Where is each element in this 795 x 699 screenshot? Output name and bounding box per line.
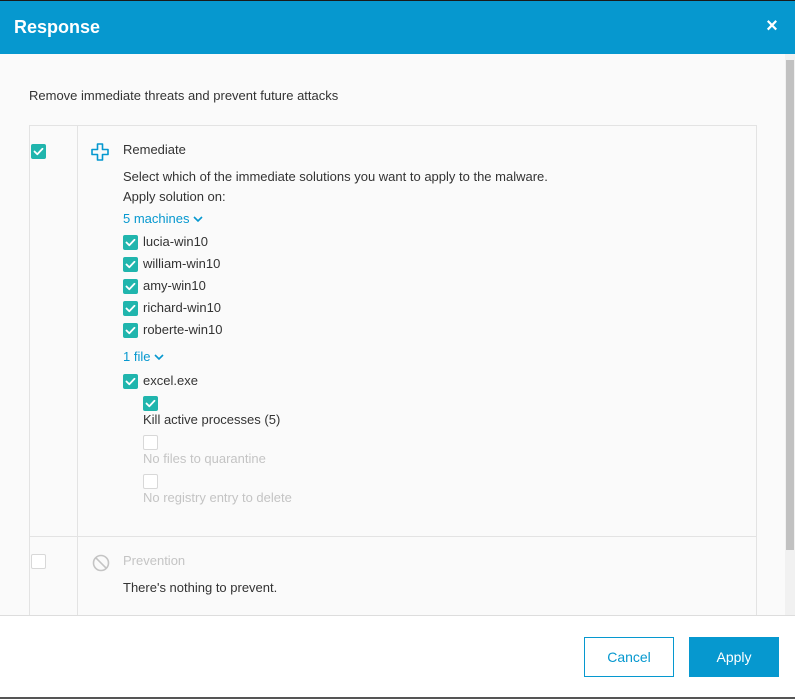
remediate-checkbox[interactable]: [31, 144, 46, 159]
intro-text: Remove immediate threats and prevent fut…: [29, 88, 339, 103]
section-divider: [30, 536, 756, 537]
kill-processes-checkbox[interactable]: [143, 396, 158, 411]
remediate-label: Remediate: [123, 142, 186, 157]
prohibited-icon: [92, 554, 110, 577]
chevron-down-icon: [193, 216, 204, 223]
remediate-description: Select which of the immediate solutions …: [123, 169, 548, 184]
machines-toggle-label: 5 machines: [123, 211, 190, 226]
kill-processes-label: Kill active processes (5): [143, 412, 281, 427]
files-toggle[interactable]: 1 file: [123, 349, 165, 364]
prevention-checkbox: [31, 554, 46, 569]
quarantine-label: No files to quarantine: [143, 451, 266, 466]
scrollbar[interactable]: [785, 54, 795, 615]
response-options-panel: Remediate Select which of the immediate …: [29, 125, 757, 615]
column-divider: [77, 126, 78, 615]
machine-checkbox[interactable]: [123, 257, 138, 272]
close-icon[interactable]: ×: [760, 13, 784, 39]
apply-on-label: Apply solution on:: [123, 189, 226, 204]
dialog-title: Response: [14, 17, 101, 37]
machine-name: amy-win10: [143, 278, 206, 293]
file-name: excel.exe: [143, 373, 198, 388]
machine-checkbox[interactable]: [123, 323, 138, 338]
registry-checkbox: [143, 474, 158, 489]
machine-checkbox[interactable]: [123, 279, 138, 294]
file-checkbox[interactable]: [123, 374, 138, 389]
machine-name: richard-win10: [143, 300, 222, 315]
machine-name: lucia-win10: [143, 234, 209, 249]
medical-cross-icon: [91, 143, 109, 166]
dialog-header: Response ×: [0, 1, 795, 54]
cancel-button[interactable]: Cancel: [584, 637, 674, 677]
machine-checkbox[interactable]: [123, 301, 138, 316]
prevention-description: There's nothing to prevent.: [123, 580, 278, 595]
prevention-label: Prevention: [123, 553, 186, 568]
apply-button[interactable]: Apply: [689, 637, 779, 677]
files-toggle-label: 1 file: [123, 349, 151, 364]
dialog-body: Remove immediate threats and prevent fut…: [0, 54, 785, 615]
registry-label: No registry entry to delete: [143, 490, 292, 505]
quarantine-checkbox: [143, 435, 158, 450]
dialog-footer: Cancel Apply: [0, 616, 795, 697]
machine-name: william-win10: [143, 256, 221, 271]
scrollbar-thumb[interactable]: [786, 60, 794, 550]
machines-toggle[interactable]: 5 machines: [123, 211, 204, 226]
machine-name: roberte-win10: [143, 322, 223, 337]
chevron-down-icon: [154, 354, 165, 361]
machine-checkbox[interactable]: [123, 235, 138, 250]
